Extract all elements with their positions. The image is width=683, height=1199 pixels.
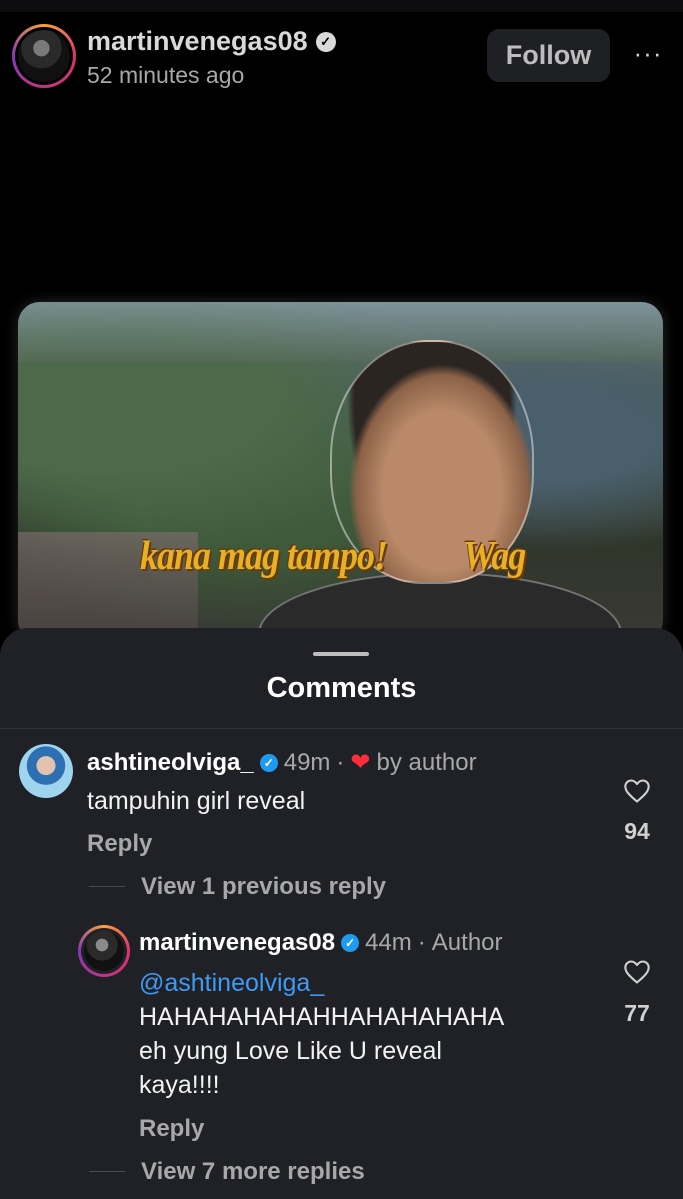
commenter-avatar[interactable] (78, 925, 130, 977)
avatar-frame (15, 27, 73, 85)
post-username[interactable]: martinvenegas08 (87, 26, 308, 57)
comment-time: 44m (365, 929, 412, 956)
verified-badge-icon: ✓ (341, 934, 360, 952)
like-count: 94 (624, 818, 650, 844)
avatar-frame (81, 928, 127, 974)
status-bar-strip (0, 0, 683, 12)
comment-text-line: kaya!!!! (139, 1071, 220, 1099)
reply-button[interactable]: Reply (139, 1115, 204, 1143)
follow-button[interactable]: Follow (487, 29, 610, 82)
more-options-icon[interactable]: ··· (628, 38, 668, 68)
comment-header: martinvenegas08 ✓ 44m · Author (139, 929, 503, 957)
view-more-replies-button[interactable]: View 7 more replies (141, 1158, 365, 1186)
heart-outline-icon[interactable] (617, 957, 657, 987)
comment-header: ashtineolviga_ ✓ 49m · ❤ by author (87, 748, 477, 777)
commenter-avatar[interactable] (19, 744, 73, 798)
comments-title: Comments (266, 672, 417, 704)
comment-username[interactable]: martinvenegas08 (139, 929, 335, 957)
thread-line (89, 886, 125, 887)
sheet-drag-handle[interactable] (313, 652, 369, 656)
verified-badge-icon: ✓ (315, 31, 336, 52)
avatar-photo (84, 931, 124, 971)
heart-filled-icon: ❤ (350, 749, 371, 776)
post-timestamp: 52 minutes ago (87, 62, 245, 88)
comment-username[interactable]: ashtineolviga_ (87, 749, 254, 777)
comment-text: tampuhin girl reveal (87, 787, 306, 815)
heart-outline-svg (624, 960, 650, 984)
video-caption-left: kana mag tampo! (140, 532, 388, 578)
post-header: martinvenegas08 ✓ 52 minutes ago Follow … (0, 12, 683, 112)
verified-badge-icon: ✓ (259, 753, 278, 772)
comment-text: @ashtineolviga_ HAHAHAHAHAHHAHAHAHAHA eh… (139, 966, 504, 1102)
liked-by-author-label: by author (376, 748, 477, 776)
sheet-divider (0, 728, 683, 729)
thread-line (89, 1171, 125, 1172)
view-previous-replies-button[interactable]: View 1 previous reply (141, 873, 386, 901)
comments-sheet: Comments ashtineolviga_ ✓ 49m · ❤ by aut… (0, 628, 683, 1199)
video-caption-right: Wag (463, 532, 526, 578)
avatar-photo (18, 30, 70, 82)
comment-time: 49m (283, 748, 331, 776)
video-background (18, 302, 663, 362)
post-author-name[interactable]: martinvenegas08 ✓ (87, 26, 336, 57)
like-count: 77 (624, 1000, 650, 1026)
comment-text-line: eh yung Love Like U reveal (139, 1037, 442, 1065)
heart-outline-svg (624, 779, 650, 803)
reply-button[interactable]: Reply (87, 830, 152, 858)
comment-text-line: HAHAHAHAHAHHAHAHAHAHA (139, 1003, 505, 1031)
meta-separator: · (417, 929, 426, 956)
post-author-avatar[interactable] (12, 24, 76, 88)
author-label: Author (431, 929, 503, 956)
meta-separator: · (336, 748, 345, 776)
heart-outline-icon[interactable] (617, 776, 657, 806)
post-video[interactable]: kana mag tampo! Wag (18, 302, 663, 642)
comment-mention[interactable]: @ashtineolviga_ (139, 966, 504, 1000)
